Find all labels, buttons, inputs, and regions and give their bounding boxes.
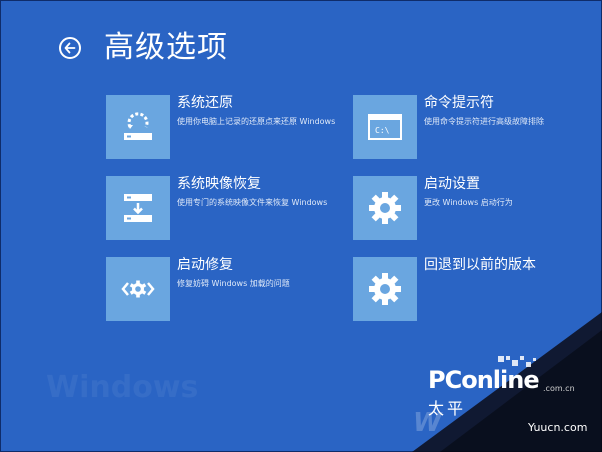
startup-repair-icon [121, 280, 155, 298]
back-button[interactable] [59, 37, 81, 59]
option-tile [106, 257, 170, 321]
option-system-image-recovery[interactable]: 系统映像恢复 使用专门的系统映像文件来恢复 Windows [106, 176, 336, 242]
back-arrow-icon [64, 42, 76, 54]
system-restore-icon [124, 112, 152, 140]
option-description: 更改 Windows 启动行为 [424, 198, 513, 207]
option-description: 使用你电脑上记录的还原点来还原 Windows [177, 117, 336, 126]
option-title: 启动设置 [424, 176, 480, 192]
option-tile [353, 257, 417, 321]
option-title: 系统映像恢复 [177, 176, 261, 192]
option-title: 启动修复 [177, 257, 233, 273]
option-tile [353, 176, 417, 240]
option-go-back-previous-version[interactable]: 回退到以前的版本 [353, 257, 583, 323]
option-title: 命令提示符 [424, 95, 494, 111]
option-startup-settings[interactable]: 启动设置 更改 Windows 启动行为 [353, 176, 583, 242]
option-title: 回退到以前的版本 [424, 257, 536, 273]
option-tile [106, 176, 170, 240]
option-tile: C:\ [353, 95, 417, 159]
option-system-restore[interactable]: 系统还原 使用你电脑上记录的还原点来还原 Windows [106, 95, 336, 161]
command-prompt-icon: C:\ [368, 114, 402, 140]
option-command-prompt[interactable]: C:\ 命令提示符 使用命令提示符进行高级故障排除 [353, 95, 583, 161]
option-description: 修复妨碍 Windows 加载的问题 [177, 279, 290, 288]
gear-icon [369, 192, 401, 224]
option-title: 系统还原 [177, 95, 233, 111]
command-prompt-glyph: C:\ [375, 126, 390, 135]
page-title: 高级选项 [104, 30, 228, 65]
system-image-icon [124, 194, 152, 222]
gear-icon [369, 273, 401, 305]
option-tile [106, 95, 170, 159]
option-description: 使用命令提示符进行高级故障排除 [424, 117, 544, 126]
option-startup-repair[interactable]: 启动修复 修复妨碍 Windows 加载的问题 [106, 257, 336, 323]
option-description: 使用专门的系统映像文件来恢复 Windows [177, 198, 328, 207]
